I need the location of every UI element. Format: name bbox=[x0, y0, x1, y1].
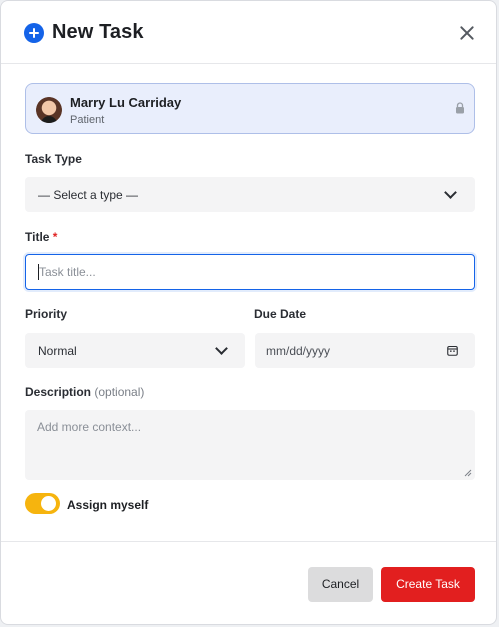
toggle-knob bbox=[41, 496, 56, 511]
patient-role: Patient bbox=[70, 114, 105, 126]
footer-divider bbox=[1, 541, 496, 542]
resize-handle-icon[interactable] bbox=[464, 469, 472, 477]
task-type-label: Task Type bbox=[25, 152, 82, 166]
title-label: Title * bbox=[25, 230, 57, 244]
title-input[interactable]: Task title... bbox=[25, 254, 475, 290]
description-placeholder: Add more context... bbox=[37, 420, 142, 434]
create-task-button[interactable]: Create Task bbox=[381, 567, 475, 602]
task-type-value: — Select a type — bbox=[38, 188, 139, 202]
priority-select[interactable]: Normal bbox=[25, 333, 245, 368]
modal-header: New Task bbox=[1, 1, 496, 64]
priority-value: Normal bbox=[38, 344, 77, 358]
cancel-button[interactable]: Cancel bbox=[308, 567, 373, 602]
optional-note: (optional) bbox=[94, 385, 145, 399]
required-mark: * bbox=[52, 230, 58, 244]
description-label: Description (optional) bbox=[25, 385, 144, 399]
chevron-down-icon bbox=[444, 186, 457, 199]
modal-title: New Task bbox=[52, 21, 144, 43]
avatar bbox=[36, 97, 62, 123]
new-task-modal: New Task Marry Lu Carriday Patient Task … bbox=[0, 0, 497, 625]
chevron-down-icon bbox=[215, 342, 228, 355]
assign-myself-toggle[interactable] bbox=[25, 493, 60, 514]
priority-label: Priority bbox=[25, 307, 68, 321]
task-type-select[interactable]: — Select a type — bbox=[25, 177, 475, 212]
patient-card: Marry Lu Carriday Patient bbox=[25, 83, 475, 134]
lock-icon bbox=[456, 102, 464, 114]
due-date-placeholder: mm/dd/yyyy bbox=[266, 344, 331, 358]
description-label-text: Description bbox=[25, 385, 92, 399]
close-icon[interactable] bbox=[457, 23, 477, 43]
patient-name: Marry Lu Carriday bbox=[70, 95, 182, 110]
calendar-icon[interactable] bbox=[447, 345, 458, 356]
due-date-input[interactable]: mm/dd/yyyy bbox=[255, 333, 475, 368]
plus-circle-icon bbox=[24, 23, 44, 43]
due-date-label: Due Date bbox=[254, 307, 307, 321]
description-textarea[interactable]: Add more context... bbox=[25, 410, 475, 480]
title-placeholder: Task title... bbox=[39, 265, 96, 279]
title-label-text: Title bbox=[25, 230, 50, 244]
assign-myself-label: Assign myself bbox=[67, 498, 149, 512]
